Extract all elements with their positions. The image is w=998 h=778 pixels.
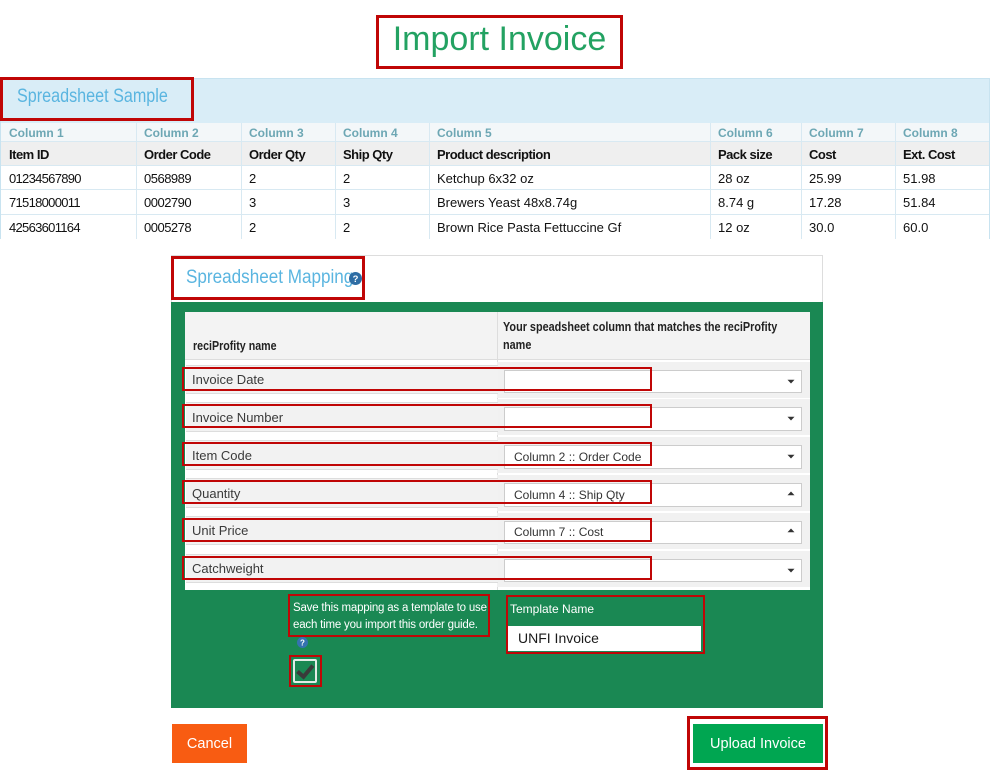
svg-text:?: ? xyxy=(300,638,305,647)
